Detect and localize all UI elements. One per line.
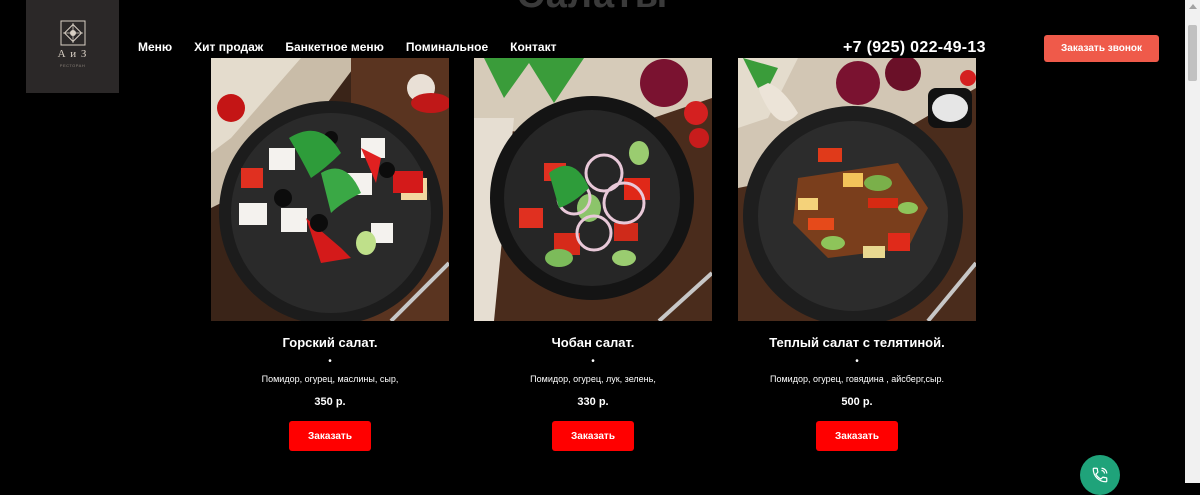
product-card: Теплый салат с телятиной. • Помидор, огу…	[738, 58, 976, 451]
product-description: Помидор, огурец, лук, зелень,	[530, 374, 656, 384]
nav-item-banquet[interactable]: Банкетное меню	[285, 40, 384, 54]
scrollbar-thumb[interactable]	[1188, 25, 1197, 81]
product-description: Помидор, огурец, говядина , айсберг,сыр.	[770, 374, 944, 384]
scrollbar[interactable]	[1185, 0, 1200, 483]
main-nav: Меню Хит продаж Банкетное меню Поминальн…	[138, 40, 578, 54]
nav-item-hits[interactable]: Хит продаж	[194, 40, 263, 54]
section-heading: Салаты	[0, 0, 1185, 17]
phone-call-icon	[1092, 467, 1108, 483]
product-description: Помидор, огурец, маслины, сыр,	[261, 374, 399, 384]
nav-item-menu[interactable]: Меню	[138, 40, 172, 54]
order-button[interactable]: Заказать	[552, 421, 634, 451]
nav-item-memorial[interactable]: Поминальное	[406, 40, 488, 54]
product-name: Теплый салат с телятиной.	[769, 335, 945, 350]
product-card: Горский салат. • Помидор, огурец, маслин…	[211, 58, 449, 451]
product-image	[738, 58, 976, 321]
order-button[interactable]: Заказать	[289, 421, 371, 451]
logo-text: А и З	[57, 48, 88, 60]
order-button[interactable]: Заказать	[816, 421, 898, 451]
product-image	[211, 58, 449, 321]
phone-call-button[interactable]	[1080, 455, 1120, 495]
separator-dot: •	[855, 356, 859, 367]
separator-dot: •	[328, 356, 332, 367]
scroll-up-icon[interactable]	[1189, 4, 1197, 9]
separator-dot: •	[591, 356, 595, 367]
product-image	[474, 58, 712, 321]
product-name: Горский салат.	[282, 335, 378, 350]
product-card: Чобан салат. • Помидор, огурец, лук, зел…	[474, 58, 712, 451]
logo-subtitle: РЕСТОРАН	[59, 63, 86, 68]
nav-item-contact[interactable]: Контакт	[510, 40, 556, 54]
product-price: 330 р.	[577, 396, 609, 408]
product-name: Чобан салат.	[551, 335, 635, 350]
header-phone[interactable]: +7 (925) 022-49-13	[843, 39, 986, 57]
logo[interactable]: А и З РЕСТОРАН	[26, 0, 119, 93]
product-price: 500 р.	[841, 396, 873, 408]
request-call-button[interactable]: Заказать звонок	[1044, 35, 1159, 62]
logo-ornament-icon	[60, 20, 85, 46]
product-price: 350 р.	[314, 396, 346, 408]
